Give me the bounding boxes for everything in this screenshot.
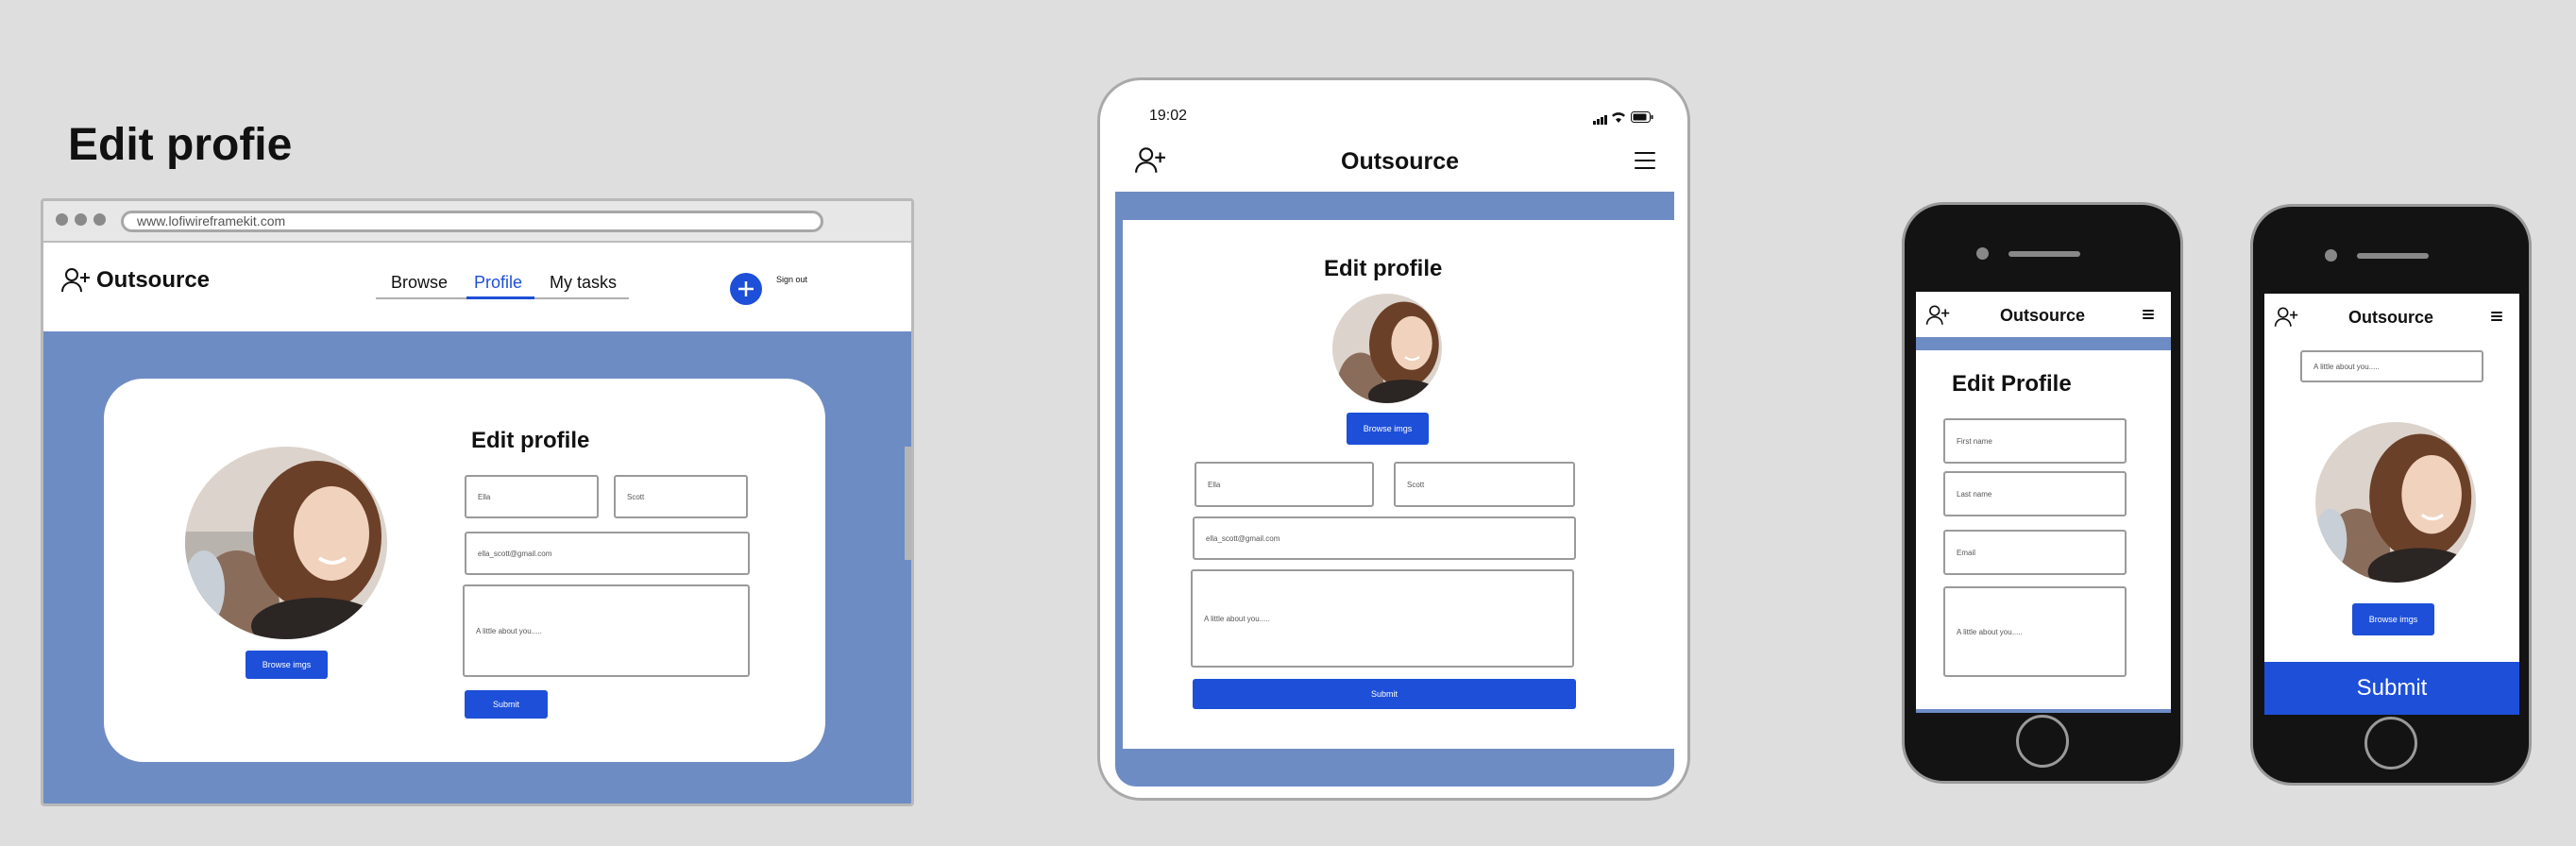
- phone-2-screen: Outsource A little about you..... Browse…: [2264, 294, 2519, 715]
- plus-icon[interactable]: [730, 273, 762, 305]
- sign-out-link[interactable]: Sign out: [776, 275, 807, 284]
- speaker-grille: [2357, 253, 2429, 259]
- desktop-bio-textarea[interactable]: A little about you.....: [463, 584, 750, 677]
- phone-1-form-title: Edit Profile: [1952, 371, 2072, 397]
- hamburger-menu-icon[interactable]: [2143, 309, 2154, 320]
- window-minimize-dot[interactable]: [75, 213, 87, 226]
- site-logo[interactable]: Outsource: [96, 267, 210, 294]
- speaker-grille: [2008, 251, 2080, 257]
- tablet-edit-panel: Edit profile Browse imgs Ella Scott ella…: [1123, 220, 1674, 749]
- phone-1-first-name-input[interactable]: First name: [1943, 418, 2127, 464]
- hamburger-menu-icon[interactable]: [1635, 148, 1655, 173]
- site-header: Outsource Browse Profile My tasks Sign o…: [43, 245, 911, 331]
- hamburger-menu-icon[interactable]: [2491, 311, 2502, 322]
- wifi-icon: [1611, 110, 1626, 123]
- phone-1-bottom-strip: [1916, 709, 2171, 713]
- phone-1-email-input[interactable]: Email: [1943, 530, 2127, 575]
- edit-profile-card: Browse imgs Edit profile Ella Scott ella…: [104, 379, 825, 762]
- add-user-icon[interactable]: [1925, 303, 1950, 328]
- signal-icon: [1593, 112, 1608, 125]
- phone-2-frame: Outsource A little about you..... Browse…: [2250, 204, 2532, 786]
- tablet-first-name-input[interactable]: Ella: [1195, 462, 1374, 507]
- phone-1-screen: Outsource Edit Profile First name Last n…: [1916, 292, 2171, 713]
- phone-1-last-name-input[interactable]: Last name: [1943, 471, 2127, 516]
- nav-browse[interactable]: Browse: [391, 273, 448, 293]
- phone-2-browse-images-button[interactable]: Browse imgs: [2352, 603, 2434, 635]
- browser-chrome: www.lofiwireframekit.com: [43, 201, 911, 243]
- tablet-logo[interactable]: Outsource: [1341, 148, 1459, 176]
- nav-my-tasks[interactable]: My tasks: [550, 273, 617, 293]
- tablet-bio-textarea[interactable]: A little about you.....: [1191, 569, 1574, 668]
- phone-1-frame: Outsource Edit Profile First name Last n…: [1902, 202, 2183, 784]
- tablet-profile-avatar: [1332, 294, 1442, 403]
- battery-icon: [1631, 110, 1653, 123]
- tablet-form-title: Edit profile: [1324, 256, 1443, 281]
- tablet-last-name-input[interactable]: Scott: [1394, 462, 1575, 507]
- tablet-submit-button[interactable]: Submit: [1193, 679, 1576, 709]
- phone-2-profile-avatar: [2315, 422, 2476, 583]
- main-nav: Browse Profile My tasks: [376, 271, 629, 299]
- home-button[interactable]: [2364, 717, 2417, 770]
- window-close-dot[interactable]: [56, 213, 68, 226]
- tablet-frame: 19:02 Outsource Edit profile Browse imgs…: [1097, 77, 1690, 801]
- tablet-browse-images-button[interactable]: Browse imgs: [1347, 413, 1429, 445]
- phone-1-logo[interactable]: Outsource: [2000, 306, 2085, 326]
- address-bar[interactable]: www.lofiwireframekit.com: [121, 211, 823, 232]
- phone-2-logo[interactable]: Outsource: [2348, 308, 2433, 328]
- tablet-email-input[interactable]: ella_scott@gmail.com: [1193, 516, 1576, 560]
- front-camera: [1976, 247, 1989, 260]
- desktop-last-name-input[interactable]: Scott: [614, 475, 748, 518]
- phone-2-bio-textarea[interactable]: A little about you.....: [2300, 350, 2483, 382]
- nav-profile[interactable]: Profile: [474, 273, 522, 293]
- home-button[interactable]: [2016, 715, 2069, 768]
- page-title: Edit profie: [68, 120, 293, 170]
- add-user-icon[interactable]: [2274, 305, 2298, 330]
- add-user-icon[interactable]: [60, 265, 91, 296]
- desktop-first-name-input[interactable]: Ella: [465, 475, 599, 518]
- desktop-form-title: Edit profile: [471, 428, 590, 453]
- add-user-icon[interactable]: [1134, 144, 1166, 177]
- desktop-submit-button[interactable]: Submit: [465, 690, 548, 719]
- window-maximize-dot[interactable]: [93, 213, 106, 226]
- status-time: 19:02: [1149, 108, 1188, 124]
- phone-1-bio-textarea[interactable]: A little about you.....: [1943, 586, 2127, 677]
- desktop-browse-images-button[interactable]: Browse imgs: [246, 651, 328, 679]
- desktop-email-input[interactable]: ella_scott@gmail.com: [465, 532, 750, 575]
- front-camera: [2325, 249, 2337, 262]
- desktop-browser-frame: www.lofiwireframekit.com Outsource Brows…: [41, 198, 914, 806]
- scrollbar[interactable]: [905, 447, 911, 560]
- phone-2-submit-button[interactable]: Submit: [2264, 662, 2519, 715]
- phone-1-hero-strip: [1916, 337, 2171, 350]
- nav-profile-underline: [466, 296, 534, 299]
- profile-avatar: [185, 447, 387, 639]
